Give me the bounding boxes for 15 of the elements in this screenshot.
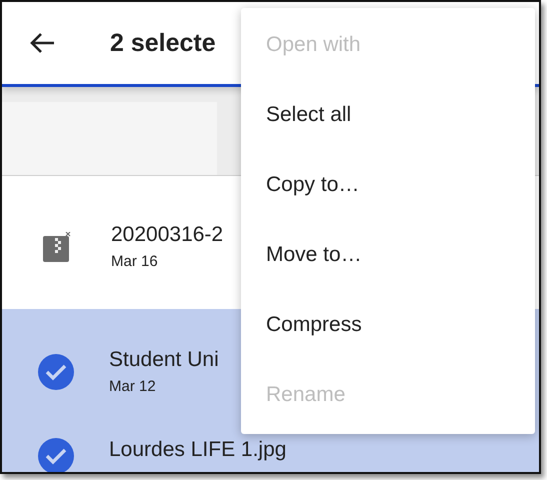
file-date: Mar 16 [111, 253, 159, 270]
file-name: Student Uni [109, 348, 219, 372]
selection-count-title: 2 selecte [110, 28, 216, 58]
zip-file-icon [42, 232, 72, 262]
menu-item[interactable]: Select all [241, 80, 535, 150]
back-button[interactable] [29, 31, 57, 55]
file-row[interactable]: Lourdes LIFE 1.jpg [2, 434, 539, 472]
back-arrow-icon [29, 32, 55, 54]
file-name: Lourdes LIFE 1.jpg [109, 438, 286, 462]
file-name: 20200316-2 [111, 223, 224, 247]
checkmark-circle-icon [38, 354, 74, 390]
file-date: Mar 12 [109, 378, 157, 395]
menu-item[interactable]: Move to… [241, 220, 535, 290]
menu-item[interactable]: Copy to… [241, 150, 535, 220]
menu-item[interactable]: Compress [241, 290, 535, 360]
